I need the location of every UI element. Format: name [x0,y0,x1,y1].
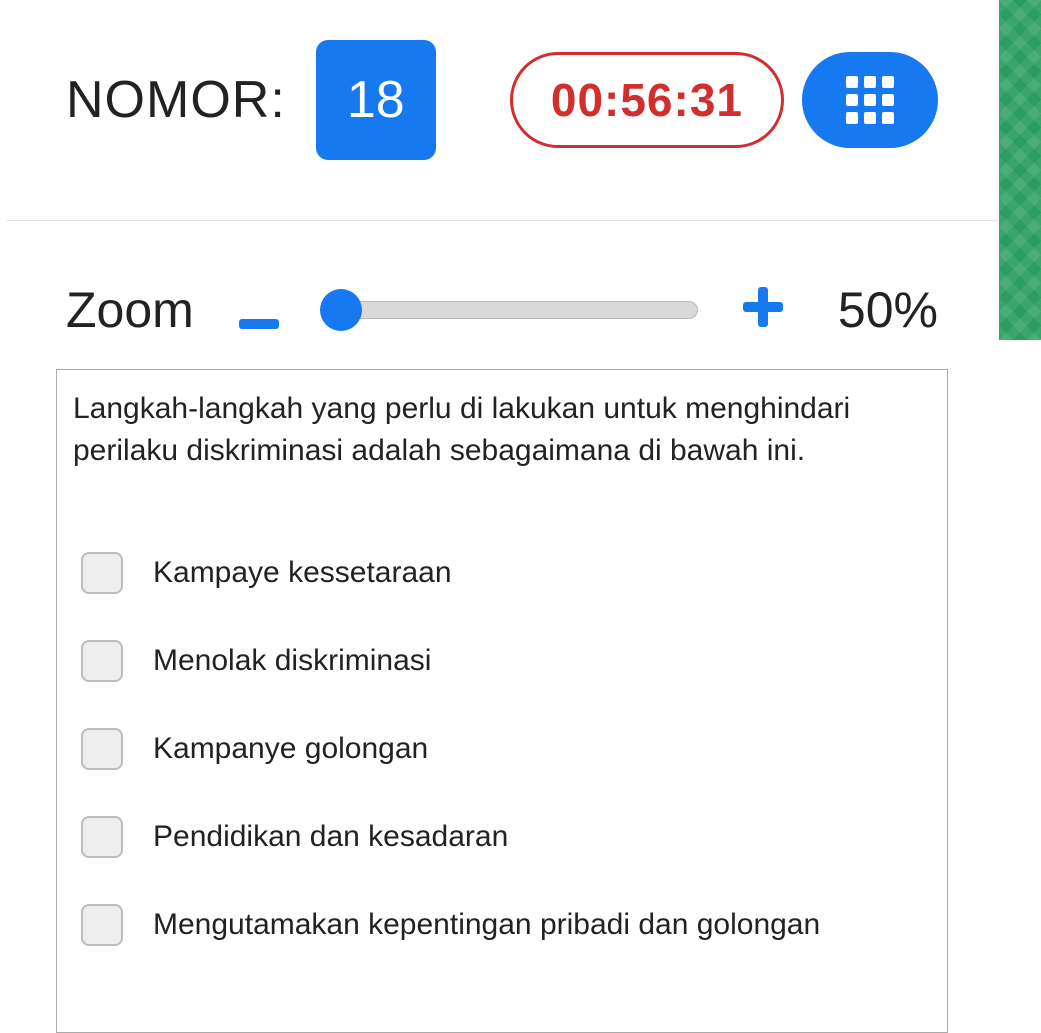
zoom-slider[interactable] [324,290,698,330]
option-row[interactable]: Mengutamakan kepentingan pribadi dan gol… [73,904,931,946]
question-container: Langkah-langkah yang perlu di lakukan un… [56,369,948,1033]
countdown-timer: 00:56:31 [510,52,784,148]
zoom-controls: Zoom 50% [6,221,998,369]
question-text: Langkah-langkah yang perlu di lakukan un… [73,388,931,472]
question-number-label: NOMOR: [66,70,286,130]
zoom-in-button[interactable] [738,282,788,338]
checkbox[interactable] [81,728,123,770]
checkbox[interactable] [81,640,123,682]
checkbox[interactable] [81,552,123,594]
checkbox[interactable] [81,904,123,946]
option-row[interactable]: Kampaye kessetaraan [73,552,931,594]
checkbox[interactable] [81,816,123,858]
header-bar: NOMOR: 18 00:56:31 [6,0,998,221]
zoom-slider-thumb[interactable] [320,289,362,331]
option-row[interactable]: Menolak diskriminasi [73,640,931,682]
option-label: Kampaye kessetaraan [153,556,452,590]
quiz-card: NOMOR: 18 00:56:31 Zoom 50% [6,0,998,1033]
zoom-label: Zoom [66,281,194,339]
option-row[interactable]: Pendidikan dan kesadaran [73,816,931,858]
zoom-percentage: 50% [828,281,938,339]
decorative-sidebar [999,0,1041,340]
option-label: Menolak diskriminasi [153,644,431,678]
zoom-out-button[interactable] [234,282,284,338]
question-number-value: 18 [316,40,436,160]
grid-icon [846,76,894,124]
option-label: Pendidikan dan kesadaran [153,820,508,854]
option-label: Kampanye golongan [153,732,428,766]
question-grid-button[interactable] [802,52,938,148]
option-label: Mengutamakan kepentingan pribadi dan gol… [153,908,820,942]
option-row[interactable]: Kampanye golongan [73,728,931,770]
